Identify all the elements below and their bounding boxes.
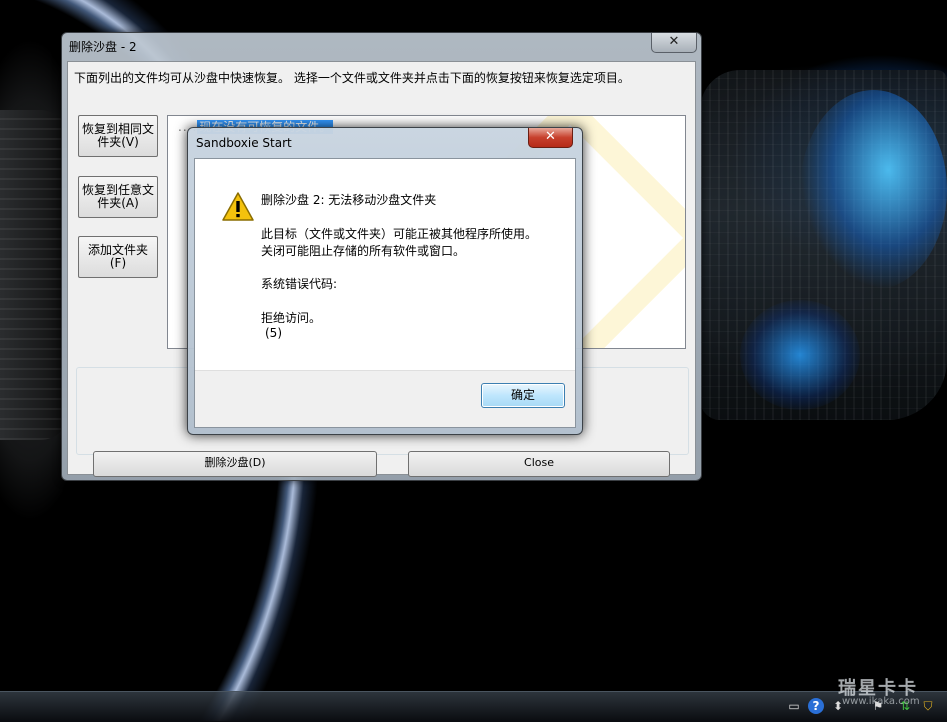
dialog-footer: 确定 [195, 370, 575, 427]
instruction-text: 下面列出的文件均可从沙盘中快速恢复。 选择一个文件或文件夹并点击下面的恢复按钮来… [74, 71, 630, 85]
warning-icon [222, 192, 254, 221]
brand-url: www.ikaka.com [842, 696, 920, 707]
error-message: 拒绝访问。 [261, 311, 322, 325]
spaceship-left [0, 110, 70, 440]
add-folder-button[interactable]: 添加文件夹(F) [78, 236, 158, 278]
window-close-button[interactable]: ✕ [651, 33, 697, 53]
window-title: 删除沙盘 - 2 [69, 40, 137, 54]
dialog-body: 删除沙盘 2: 无法移动沙盘文件夹 此目标（文件或文件夹）可能正被其他程序所使用… [194, 158, 576, 428]
restore-same-folder-button[interactable]: 恢复到相同文件夹(V) [78, 115, 158, 157]
help-icon[interactable]: ? [808, 698, 824, 714]
error-headline: 删除沙盘 2: 无法移动沙盘文件夹 [261, 193, 437, 207]
keyboard-icon[interactable]: ▭ [786, 698, 802, 714]
restore-any-folder-button[interactable]: 恢复到任意文件夹(A) [78, 176, 158, 218]
error-code-value: (5) [265, 326, 282, 340]
engine-glow-lower [740, 300, 860, 410]
engine-glow [800, 90, 947, 290]
error-detail-1: 此目标（文件或文件夹）可能正被其他程序所使用。 [261, 227, 538, 241]
shield-icon[interactable]: ⛉ [920, 698, 936, 714]
taskbar: ▭ ? ⬍ ⚑ ⇅ ⛉ [0, 691, 947, 722]
dialog-close-button[interactable]: ✕ [528, 128, 573, 148]
ok-button[interactable]: 确定 [481, 383, 565, 408]
close-button[interactable]: Close [408, 451, 670, 477]
delete-sandbox-button[interactable]: 删除沙盘(D) [93, 451, 377, 477]
dialog-title: Sandboxie Start [196, 136, 292, 150]
error-code-label: 系统错误代码: [261, 277, 338, 291]
error-detail-2: 关闭可能阻止存储的所有软件或窗口。 [261, 244, 466, 258]
sandboxie-error-dialog[interactable]: Sandboxie Start ✕ 删除沙盘 2: 无法移动沙盘文件夹 此目标（… [187, 127, 583, 435]
